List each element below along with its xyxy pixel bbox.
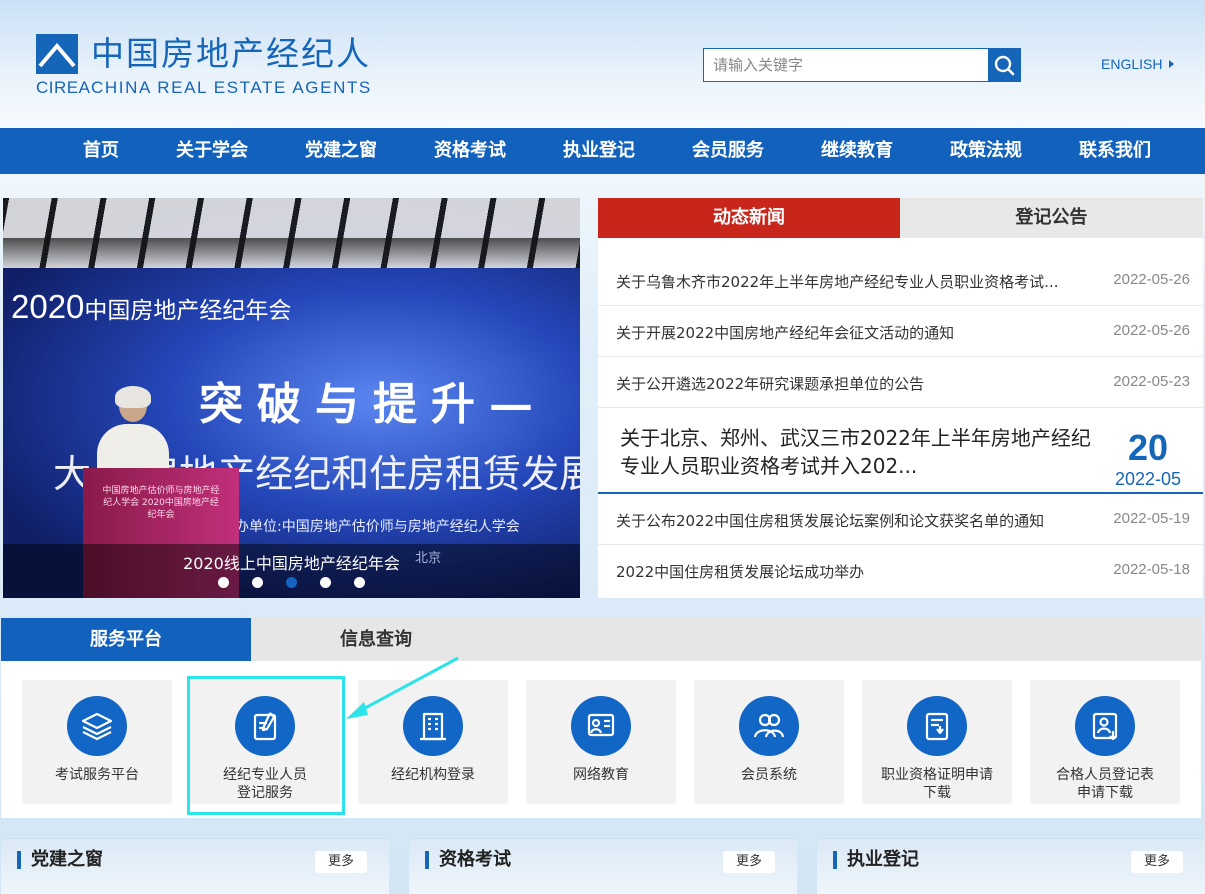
banner-slide-year: 2020 bbox=[11, 288, 85, 325]
nav-item-home[interactable]: 首页 bbox=[72, 128, 130, 174]
nav-item-contact[interactable]: 联系我们 bbox=[1073, 128, 1157, 174]
nav-item-education[interactable]: 继续教育 bbox=[815, 128, 899, 174]
main-nav: 首页 关于学会 党建之窗 资格考试 执业登记 会员服务 继续教育 政策法规 联系… bbox=[0, 128, 1205, 174]
service-panel: 服务平台 信息查询 考试服务平台 经纪专业人员 登记服务 经纪机构登录 网络教育… bbox=[1, 618, 1201, 818]
logo-chinese-name: 中国房地产经纪人 bbox=[91, 34, 371, 73]
banner-ceiling-shade bbox=[3, 238, 580, 268]
news-item[interactable]: 关于乌鲁木齐市2022年上半年房地产经纪专业人员职业资格考试... 2022-0… bbox=[598, 255, 1203, 306]
service-card-certificate-download[interactable]: 职业资格证明申请 下载 bbox=[862, 680, 1012, 804]
section-exam: 资格考试 更多 bbox=[409, 838, 797, 894]
news-panel: 动态新闻 登记公告 关于乌鲁木齐市2022年上半年房地产经纪专业人员职业资格考试… bbox=[598, 198, 1203, 598]
section-registration: 执业登记 更多 bbox=[817, 838, 1205, 894]
nav-item-member-services[interactable]: 会员服务 bbox=[686, 128, 770, 174]
speaker-hair bbox=[115, 386, 151, 408]
nav-item-exam[interactable]: 资格考试 bbox=[428, 128, 512, 174]
more-button[interactable]: 更多 bbox=[723, 851, 775, 873]
tab-info-query[interactable]: 信息查询 bbox=[251, 618, 501, 661]
news-item[interactable]: 2022中国住房租赁发展论坛成功举办 2022-05-18 bbox=[598, 545, 1203, 596]
carousel-dot-4[interactable] bbox=[320, 577, 331, 588]
service-card-registration-form-download[interactable]: 合格人员登记表 申请下载 bbox=[1030, 680, 1180, 804]
section-title: 执业登记 bbox=[833, 851, 919, 869]
certificate-download-icon bbox=[907, 696, 967, 756]
service-card-label: 会员系统 bbox=[741, 767, 797, 783]
site-logo[interactable]: CIREA 中国房地产经纪人 CHINA REAL ESTATE AGENTS bbox=[36, 34, 376, 98]
news-item-title: 关于公开遴选2022年研究课题承担单位的公告 bbox=[616, 375, 925, 393]
caret-right-icon bbox=[1169, 60, 1175, 68]
featured-news-year-month: 2022-05 bbox=[1114, 469, 1182, 489]
banner-slide-city: 北京 bbox=[415, 551, 442, 566]
members-icon bbox=[739, 696, 799, 756]
service-card-label: 职业资格证明申请 下载 bbox=[881, 767, 993, 801]
more-button[interactable]: 更多 bbox=[315, 851, 367, 873]
logo-english-name: CHINA REAL ESTATE AGENTS bbox=[91, 78, 372, 97]
news-item[interactable]: 关于公布2022中国住房租赁发展论坛案例和论文获奖名单的通知 2022-05-1… bbox=[598, 494, 1203, 545]
search-button[interactable] bbox=[988, 49, 1020, 81]
news-item[interactable]: 关于开展2022中国房地产经纪年会征文活动的通知 2022-05-26 bbox=[598, 306, 1203, 357]
tab-announcements[interactable]: 登记公告 bbox=[900, 198, 1203, 238]
news-item-title: 关于公布2022中国住房租赁发展论坛案例和论文获奖名单的通知 bbox=[616, 512, 1045, 530]
banner-caption[interactable]: 2020线上中国房地产经纪年会 bbox=[3, 550, 580, 574]
service-tab-bar: 服务平台 信息查询 bbox=[1, 618, 1201, 661]
podium-text: 中国房地产估价师与房地产经纪人学会 2020中国房地产经纪年会 bbox=[102, 486, 220, 520]
banner-slide-heading: 2020中国房地产经纪年会 bbox=[11, 288, 291, 326]
news-item-date: 2022-05-19 bbox=[1113, 510, 1190, 527]
carousel-dot-2[interactable] bbox=[252, 577, 263, 588]
service-card-online-education[interactable]: 网络教育 bbox=[526, 680, 676, 804]
online-learning-icon bbox=[571, 696, 631, 756]
service-card-label: 经纪机构登录 bbox=[391, 767, 475, 783]
carousel-dot-1[interactable] bbox=[218, 577, 229, 588]
carousel-dot-3[interactable] bbox=[286, 577, 297, 588]
banner-slide-theme: 突破与提升— bbox=[199, 379, 547, 430]
news-item-date: 2022-05-18 bbox=[1113, 561, 1190, 578]
carousel-dot-5[interactable] bbox=[354, 577, 365, 588]
building-icon bbox=[403, 696, 463, 756]
service-card-label: 网络教育 bbox=[573, 767, 629, 783]
section-party: 党建之窗 更多 bbox=[1, 838, 389, 894]
news-item[interactable]: 关于公开遴选2022年研究课题承担单位的公告 2022-05-23 bbox=[598, 357, 1203, 408]
nav-item-about[interactable]: 关于学会 bbox=[170, 128, 254, 174]
section-title: 党建之窗 bbox=[17, 851, 103, 869]
tab-news[interactable]: 动态新闻 bbox=[598, 198, 900, 238]
service-card-member-system[interactable]: 会员系统 bbox=[694, 680, 844, 804]
featured-news-day: 20 bbox=[1127, 427, 1169, 468]
search-box bbox=[703, 48, 1021, 82]
more-button[interactable]: 更多 bbox=[1131, 851, 1183, 873]
language-switch-link[interactable]: ENGLISH bbox=[1101, 56, 1175, 72]
nav-item-registration[interactable]: 执业登记 bbox=[557, 128, 641, 174]
search-icon bbox=[994, 55, 1015, 76]
site-header: CIREA 中国房地产经纪人 CHINA REAL ESTATE AGENTS … bbox=[0, 0, 1205, 128]
news-item-date: 2022-05-23 bbox=[1113, 373, 1190, 390]
document-edit-icon bbox=[235, 696, 295, 756]
service-card-label: 考试服务平台 bbox=[55, 767, 139, 783]
featured-news-title: 关于北京、郑州、武汉三市2022年上半年房地产经纪专业人员职业资格考试并入202… bbox=[620, 426, 1091, 478]
banner-carousel[interactable]: 2020中国房地产经纪年会 突破与提升— 大 下房地产经纪和住房租赁发展 办单位… bbox=[3, 198, 580, 598]
nav-item-policy[interactable]: 政策法规 bbox=[944, 128, 1028, 174]
search-input[interactable] bbox=[704, 49, 988, 81]
news-item-date: 2022-05-26 bbox=[1113, 271, 1190, 288]
service-card-label: 合格人员登记表 申请下载 bbox=[1056, 767, 1154, 801]
banner-slide-title: 中国房地产经纪年会 bbox=[84, 298, 292, 324]
section-title: 资格考试 bbox=[425, 851, 511, 869]
language-label: ENGLISH bbox=[1101, 56, 1163, 72]
logo-abbreviation: CIREA bbox=[36, 78, 91, 97]
service-card-exam-platform[interactable]: 考试服务平台 bbox=[22, 680, 172, 804]
service-card-agent-registration[interactable]: 经纪专业人员 登记服务 bbox=[190, 680, 340, 804]
featured-news-item[interactable]: 关于北京、郑州、武汉三市2022年上半年房地产经纪专业人员职业资格考试并入202… bbox=[598, 408, 1203, 494]
news-item-title: 关于乌鲁木齐市2022年上半年房地产经纪专业人员职业资格考试... bbox=[616, 273, 1059, 291]
news-item-title: 2022中国住房租赁发展论坛成功举办 bbox=[616, 563, 865, 581]
registration-form-download-icon bbox=[1075, 696, 1135, 756]
logo-mark-icon bbox=[36, 34, 78, 74]
service-card-label: 经纪专业人员 登记服务 bbox=[223, 767, 307, 801]
tab-service-platform[interactable]: 服务平台 bbox=[1, 618, 251, 661]
service-card-agency-login[interactable]: 经纪机构登录 bbox=[358, 680, 508, 804]
news-item-title: 关于开展2022中国房地产经纪年会征文活动的通知 bbox=[616, 324, 955, 342]
nav-item-party[interactable]: 党建之窗 bbox=[299, 128, 383, 174]
news-item-date: 2022-05-26 bbox=[1113, 322, 1190, 339]
layers-icon bbox=[67, 696, 127, 756]
banner-slide-organizer: 办单位:中国房地产估价师与房地产经纪人学会 bbox=[235, 519, 520, 535]
